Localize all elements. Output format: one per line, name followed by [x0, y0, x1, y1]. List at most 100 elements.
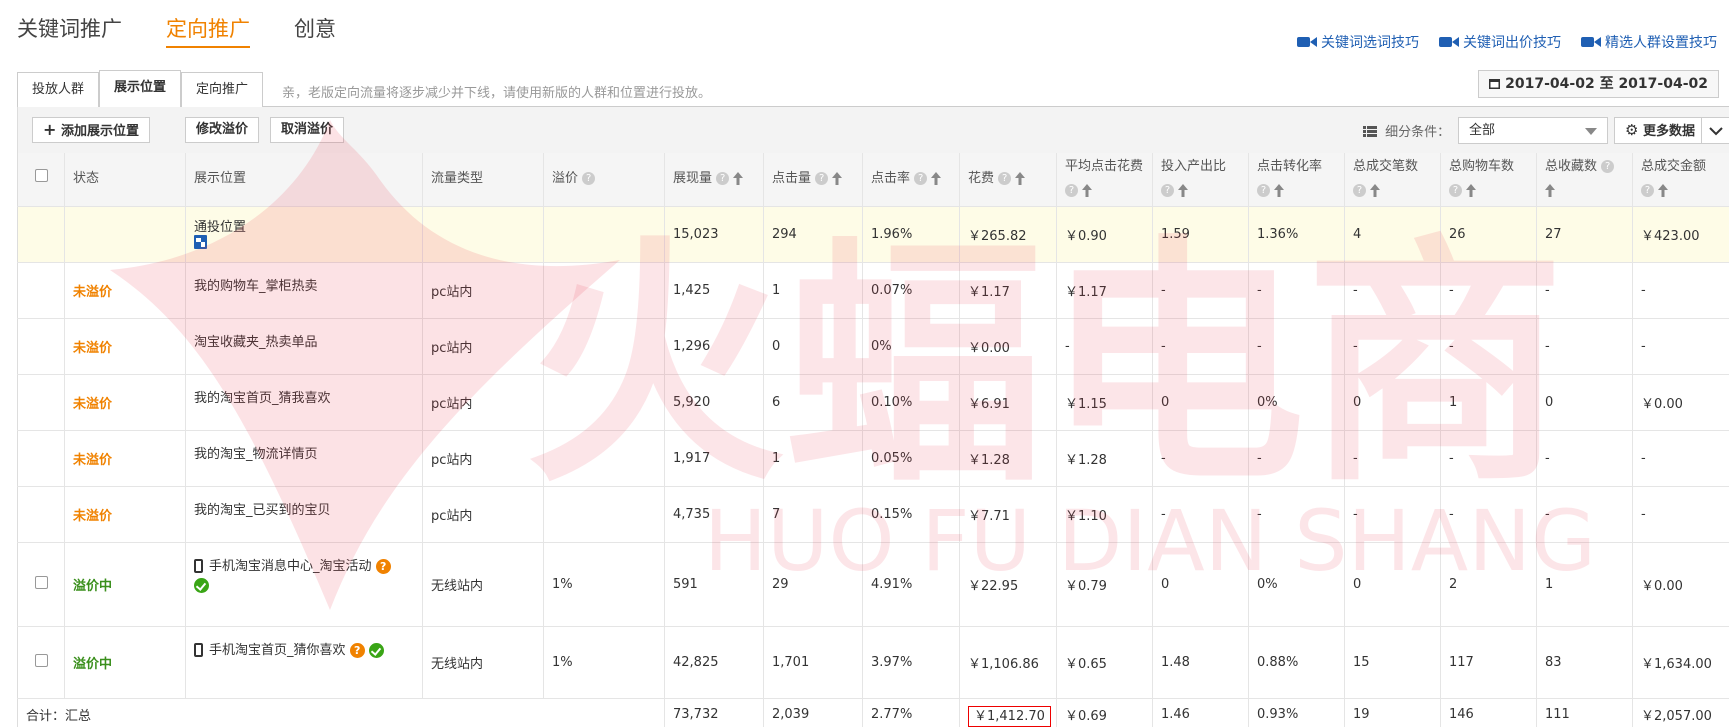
sort-up-icon[interactable] [1545, 184, 1555, 198]
col-impressions[interactable]: 展现量 ? [664, 153, 764, 207]
help-icon[interactable]: ? [582, 172, 596, 186]
filter-select[interactable]: 全部 [1458, 117, 1608, 144]
col-status: 状态 [64, 153, 186, 207]
cancel-premium-button[interactable]: 取消溢价 [270, 117, 345, 143]
sort-up-icon[interactable] [733, 172, 744, 186]
cell-cpc: ￥0.79 [1056, 542, 1153, 627]
subtab-placement[interactable]: 展示位置 [99, 70, 181, 108]
subtab-audience[interactable]: 投放人群 [17, 72, 99, 107]
cell-favorites: - [1536, 262, 1633, 319]
cell-gmv: ￥0.00 [1632, 374, 1729, 431]
cell-impressions: 42,825 [664, 626, 764, 699]
sort-up-icon[interactable] [1082, 184, 1093, 198]
cell-clicks: 6 [763, 374, 863, 431]
cell-roi: - [1152, 262, 1249, 319]
summary-cart: 146 [1440, 698, 1537, 727]
cell-clicks: 1 [763, 262, 863, 319]
summary-cvr: 0.93% [1248, 698, 1345, 727]
cell-cost: ￥1.28 [959, 430, 1057, 487]
cell-favorites: - [1536, 318, 1633, 375]
col-cvr[interactable]: 点击转化率? [1248, 153, 1345, 207]
modify-premium-button[interactable]: 修改溢价 [185, 117, 260, 143]
position-name: 手机淘宝首页_猜你喜欢 [209, 642, 346, 658]
help-icon[interactable]: ? [1601, 160, 1615, 174]
position-name: 手机淘宝消息中心_淘宝活动 [209, 558, 372, 574]
col-cpc[interactable]: 平均点击花费 ? [1056, 153, 1153, 207]
more-data-button[interactable]: ⚙ 更多数据 [1614, 117, 1702, 144]
col-orders[interactable]: 总成交笔数? [1344, 153, 1441, 207]
help-icon[interactable]: ? [375, 558, 391, 574]
cell-cvr: 1.36% [1248, 206, 1345, 263]
chevron-down-icon [1709, 127, 1723, 136]
cell-cvr: - [1248, 318, 1345, 375]
row-select-cell [17, 626, 65, 699]
col-premium: 溢价 ? [543, 153, 665, 207]
cell-cart: 117 [1440, 626, 1537, 699]
sort-up-icon[interactable] [931, 172, 942, 186]
sort-up-icon[interactable] [832, 172, 843, 186]
summary-orders: 19 [1344, 698, 1441, 727]
help-icon[interactable]: ? [349, 642, 365, 658]
summary-row: 合计：汇总 73,732 2,039 2.77% ￥1,412.70 ￥0.69… [17, 698, 1729, 727]
help-icon[interactable]: ? [1449, 184, 1462, 198]
sort-up-icon[interactable] [1466, 184, 1477, 198]
tab-keyword-promotion[interactable]: 关键词推广 [17, 14, 122, 48]
row-select-cell [17, 262, 65, 319]
help-icon[interactable]: ? [815, 172, 829, 186]
col-favorites[interactable]: 总收藏数 ? [1536, 153, 1633, 207]
tab-targeting-promotion[interactable]: 定向推广 [166, 14, 250, 48]
cell-position: 我的淘宝_物流详情页 [185, 430, 423, 487]
col-label: 点击转化率 [1257, 159, 1323, 175]
col-cost[interactable]: 花费 ? [959, 153, 1057, 207]
gear-icon: ⚙ [1625, 121, 1639, 139]
cell-roi: 0 [1152, 542, 1249, 627]
tip-link-keyword-selection[interactable]: 关键词选词技巧 [1297, 32, 1419, 52]
row-checkbox[interactable] [34, 575, 48, 589]
filter-label-text: 细分条件： [1385, 125, 1451, 140]
col-label: 总成交笔数 [1353, 159, 1419, 175]
cell-traffic: pc站内 [422, 374, 544, 431]
cell-cost: ￥6.91 [959, 374, 1057, 431]
sort-up-icon[interactable] [1015, 172, 1026, 186]
cell-cart: - [1440, 430, 1537, 487]
table-row: 未溢价 我的购物车_掌柜热卖 pc站内 1,425 1 0.07% ￥1.17 … [17, 262, 1729, 319]
help-icon[interactable]: ? [1161, 184, 1174, 198]
help-icon[interactable]: ? [1257, 184, 1270, 198]
help-icon[interactable]: ? [914, 172, 928, 186]
help-icon[interactable]: ? [1065, 184, 1078, 198]
tab-creative[interactable]: 创意 [294, 14, 336, 48]
help-icon[interactable]: ? [1641, 184, 1654, 198]
cell-cart: 2 [1440, 542, 1537, 627]
summary-cost: ￥1,412.70 [968, 706, 1051, 727]
cell-clicks: 0 [763, 318, 863, 375]
subtab-targeting[interactable]: 定向推广 [181, 72, 263, 107]
col-gmv[interactable]: 总成交金额? [1632, 153, 1729, 207]
cell-cart: - [1440, 486, 1537, 543]
col-cart[interactable]: 总购物车数? [1440, 153, 1537, 207]
tip-link-keyword-bidding[interactable]: 关键词出价技巧 [1439, 32, 1561, 52]
sort-up-icon[interactable] [1274, 184, 1285, 198]
help-icon[interactable]: ? [1353, 184, 1366, 198]
row-checkbox[interactable] [34, 653, 48, 667]
sort-up-icon[interactable] [1658, 184, 1669, 198]
cell-position: 手机淘宝首页_猜你喜欢 ? [185, 626, 423, 699]
cell-cart: 1 [1440, 374, 1537, 431]
select-all-checkbox[interactable] [34, 169, 48, 183]
cell-cpc: ￥1.17 [1056, 262, 1153, 319]
help-icon[interactable]: ? [998, 172, 1012, 186]
tip-label: 关键词选词技巧 [1321, 35, 1419, 51]
date-range-picker[interactable]: 2017-04-02 至 2017-04-02 [1478, 70, 1719, 98]
tip-label: 关键词出价技巧 [1463, 35, 1561, 51]
row-select-cell [17, 430, 65, 487]
col-clicks[interactable]: 点击量 ? [763, 153, 863, 207]
add-placement-button[interactable]: + 添加展示位置 [32, 117, 150, 143]
help-icon[interactable]: ? [716, 172, 730, 186]
cell-cpc: ￥0.90 [1056, 206, 1153, 263]
sort-up-icon[interactable] [1178, 184, 1189, 198]
video-camera-icon [1581, 37, 1601, 47]
col-ctr[interactable]: 点击率 ? [862, 153, 960, 207]
more-data-dropdown[interactable] [1702, 117, 1729, 144]
tip-link-audience-setup[interactable]: 精选人群设置技巧 [1581, 32, 1717, 52]
col-roi[interactable]: 投入产出比? [1152, 153, 1249, 207]
sort-up-icon[interactable] [1370, 184, 1381, 198]
